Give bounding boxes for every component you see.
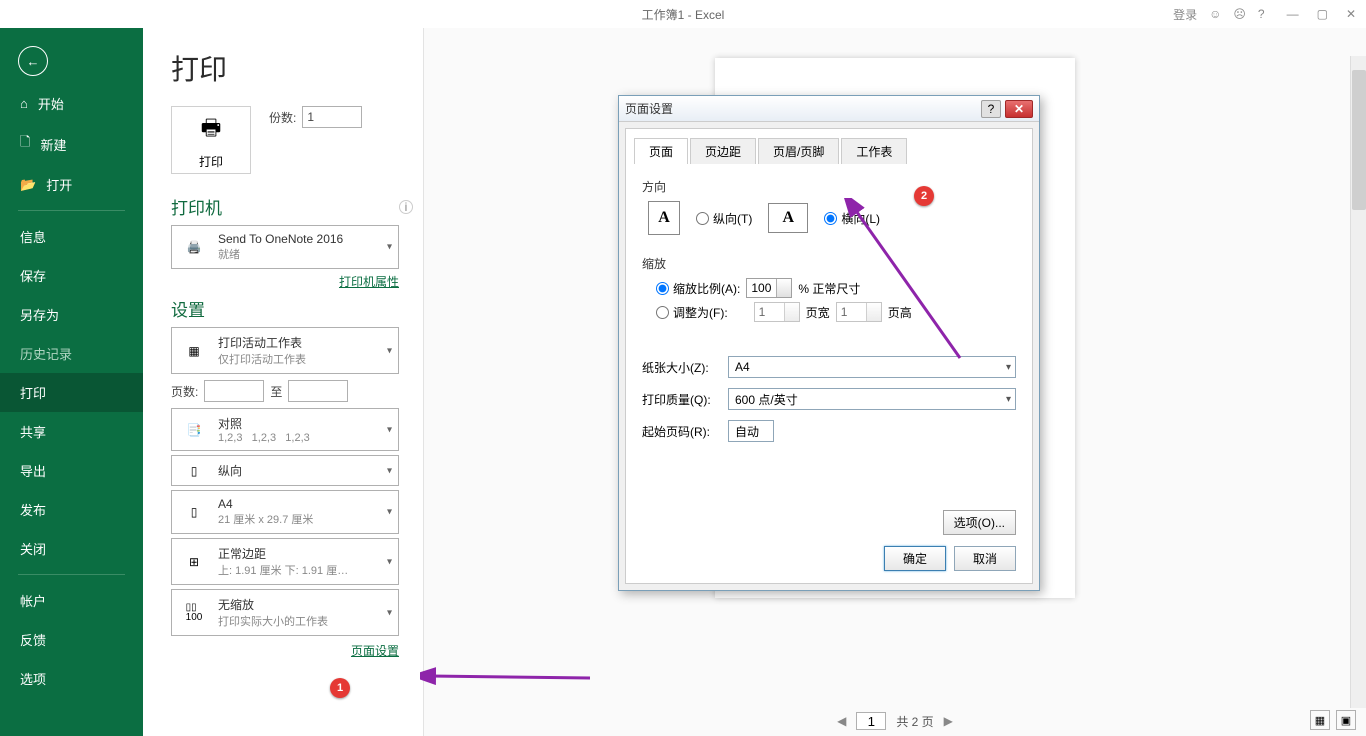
scaling-icon: ▯▯100 [180, 603, 208, 623]
pages-to-input[interactable] [288, 380, 348, 402]
tab-margins[interactable]: 页边距 [690, 138, 756, 165]
options-button[interactable]: 选项(O)... [943, 510, 1016, 535]
copies-label: 份数: [269, 109, 296, 126]
sidebar-item-save[interactable]: 保存 [0, 256, 143, 295]
print-quality-label: 打印质量(Q): [642, 391, 720, 408]
portrait-preview-icon: A [648, 201, 680, 235]
tab-page[interactable]: 页面 [634, 138, 688, 165]
ok-button[interactable]: 确定 [884, 546, 946, 571]
face-smile-icon[interactable]: ☺ [1209, 7, 1221, 21]
print-range-select[interactable]: ▦ 打印活动工作表 仅打印活动工作表 ▾ [171, 327, 399, 374]
first-page-input[interactable]: 自动 [728, 420, 774, 442]
sidebar-item-new[interactable]: 🗋 新建 [0, 123, 143, 165]
orientation-group-label: 方向 [642, 178, 1016, 195]
dialog-title: 页面设置 [625, 100, 981, 117]
next-page-button[interactable]: ▶ [944, 714, 953, 728]
zoom-group-label: 缩放 [642, 255, 1016, 272]
cancel-button[interactable]: 取消 [954, 546, 1016, 571]
sidebar-item-close[interactable]: 关闭 [0, 529, 143, 568]
tab-header-footer[interactable]: 页眉/页脚 [758, 138, 839, 165]
sheet-icon: ▦ [180, 344, 208, 358]
sidebar-item-open[interactable]: 📂 打开 [0, 165, 143, 204]
printer-icon: 🖶 [201, 111, 222, 149]
show-margins-button[interactable]: ▦ [1310, 710, 1330, 730]
annotation-badge-2: 2 [914, 186, 934, 206]
pages-from-input[interactable] [204, 380, 264, 402]
title-bar: 工作簿1 - Excel 登录 ☺ ☹ ? — ▢ ✕ [0, 0, 1366, 28]
sidebar-item-saveas[interactable]: 另存为 [0, 295, 143, 334]
first-page-label: 起始页码(R): [642, 423, 720, 440]
face-sad-icon[interactable]: ☹ [1233, 7, 1246, 21]
close-window-button[interactable]: ✕ [1346, 7, 1356, 21]
pages-to-label: 至 [270, 383, 282, 400]
orientation-select[interactable]: ▯ 纵向 ▾ [171, 455, 399, 486]
help-icon[interactable]: ? [1258, 7, 1265, 21]
document-title: 工作簿1 - Excel [642, 6, 725, 23]
paper-select[interactable]: ▯ A4 21 厘米 x 29.7 厘米 ▾ [171, 490, 399, 534]
scaling-select[interactable]: ▯▯100 无缩放 打印实际大小的工作表 ▾ [171, 589, 399, 636]
printer-select[interactable]: 🖨️ Send To OneNote 2016 就绪 ▾ [171, 225, 399, 269]
margins-select[interactable]: ⊞ 正常边距 上: 1.91 厘米 下: 1.91 厘… ▾ [171, 538, 399, 585]
page-setup-dialog: 页面设置 ? ✕ 页面 页边距 页眉/页脚 工作表 方向 A 纵向(T) A 横… [618, 95, 1040, 591]
landscape-preview-icon: A [768, 203, 808, 233]
scale-suffix: % 正常尺寸 [798, 280, 860, 297]
fit-height-input[interactable]: 1 [836, 302, 882, 322]
dialog-close-button[interactable]: ✕ [1005, 100, 1033, 118]
settings-section-title: 设置 [171, 296, 413, 321]
page-setup-link[interactable]: 页面设置 [171, 642, 399, 659]
pages-label: 页数: [171, 383, 198, 400]
scrollbar[interactable] [1350, 56, 1366, 708]
sidebar-item-share[interactable]: 共享 [0, 412, 143, 451]
page-icon: ▯ [180, 505, 208, 519]
print-quality-combo[interactable]: 600 点/英寸 [728, 388, 1016, 410]
landscape-radio[interactable]: 横向(L) [824, 210, 880, 227]
fit-width-label: 页宽 [806, 304, 830, 321]
sidebar-item-info[interactable]: 信息 [0, 217, 143, 256]
scale-radio[interactable]: 缩放比例(A): [656, 280, 740, 297]
copies-input[interactable]: 1 [302, 106, 362, 128]
sidebar-item-history: 历史记录 [0, 334, 143, 373]
backstage-sidebar: ← ⌂ 开始 🗋 新建 📂 打开 信息 保存 另存为 历史记录 打印 共享 导出… [0, 28, 143, 736]
portrait-radio[interactable]: 纵向(T) [696, 210, 752, 227]
printer-device-icon: 🖨️ [180, 240, 208, 254]
fit-radio[interactable]: 调整为(F): [656, 304, 728, 321]
margins-icon: ⊞ [180, 555, 208, 569]
sidebar-item-print[interactable]: 打印 [0, 373, 143, 412]
print-button[interactable]: 🖶 打印 [171, 106, 251, 174]
minimize-button[interactable]: — [1287, 7, 1299, 21]
prev-page-button[interactable]: ◀ [837, 714, 846, 728]
login-link[interactable]: 登录 [1173, 6, 1197, 23]
paper-size-combo[interactable]: A4 [728, 356, 1016, 378]
dialog-titlebar[interactable]: 页面设置 ? ✕ [619, 96, 1039, 122]
tab-sheet[interactable]: 工作表 [841, 138, 907, 165]
collate-icon: 📑 [180, 423, 208, 437]
current-page-input[interactable] [856, 712, 886, 730]
printer-properties-link[interactable]: 打印机属性 [171, 273, 399, 290]
sidebar-item-account[interactable]: 帐户 [0, 581, 143, 620]
zoom-to-page-button[interactable]: ▣ [1336, 710, 1356, 730]
info-icon[interactable]: i [399, 200, 413, 214]
sidebar-item-home[interactable]: ⌂ 开始 [0, 84, 143, 123]
fit-width-input[interactable]: 1 [754, 302, 800, 322]
total-pages-label: 共 2 页 [896, 713, 933, 730]
collation-select[interactable]: 📑 对照 1,2,3 1,2,3 1,2,3 ▾ [171, 408, 399, 451]
back-button[interactable]: ← [18, 46, 48, 76]
fit-height-label: 页高 [888, 304, 912, 321]
sidebar-item-options[interactable]: 选项 [0, 659, 143, 698]
dialog-help-button[interactable]: ? [981, 100, 1001, 118]
page-title: 打印 [171, 48, 413, 88]
restore-button[interactable]: ▢ [1317, 7, 1328, 21]
print-pane: 打印 🖶 打印 份数: 1 打印机 i 🖨️ Send To OneNote 2… [143, 28, 423, 736]
scale-percent-input[interactable]: 100 [746, 278, 792, 298]
portrait-icon: ▯ [180, 464, 208, 478]
sidebar-item-feedback[interactable]: 反馈 [0, 620, 143, 659]
sidebar-item-publish[interactable]: 发布 [0, 490, 143, 529]
sidebar-item-export[interactable]: 导出 [0, 451, 143, 490]
annotation-badge-1: 1 [330, 678, 350, 698]
printer-section-title: 打印机 i [171, 194, 413, 219]
paper-size-label: 纸张大小(Z): [642, 359, 720, 376]
